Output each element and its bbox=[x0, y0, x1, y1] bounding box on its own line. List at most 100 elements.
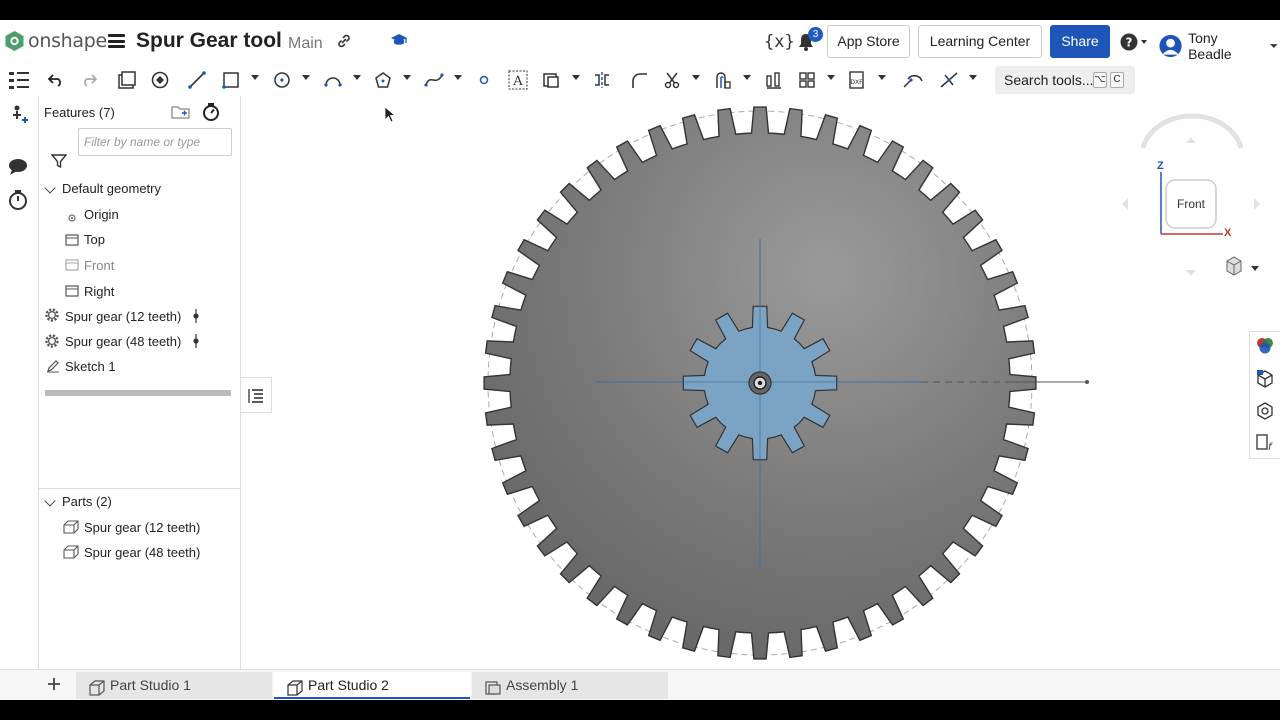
panel-divider[interactable] bbox=[39, 488, 240, 489]
tab-part-studio-2[interactable]: Part Studio 2 bbox=[274, 672, 470, 699]
pattern-options-chevron-icon[interactable] bbox=[827, 75, 835, 80]
parts-title[interactable]: Parts (2) bbox=[62, 494, 112, 509]
chevron-down-icon bbox=[1270, 44, 1279, 48]
import-dxf-icon[interactable]: DXF bbox=[846, 68, 868, 92]
default-geometry-label[interactable]: Default geometry bbox=[62, 181, 161, 196]
insert-options-chevron-icon[interactable] bbox=[572, 75, 580, 80]
feature-sketch-1[interactable]: Sketch 1 bbox=[65, 359, 116, 374]
tab-label: Part Studio 1 bbox=[110, 677, 191, 693]
learning-cap-icon[interactable] bbox=[390, 32, 408, 53]
history-timer-icon[interactable] bbox=[8, 189, 28, 216]
variables-icon[interactable]: {x} bbox=[764, 32, 795, 52]
onshape-logo[interactable]: onshape bbox=[4, 30, 107, 52]
view-cube-front-label[interactable]: Front bbox=[1177, 197, 1205, 211]
mirror-tool-icon[interactable] bbox=[591, 68, 613, 92]
view-options[interactable] bbox=[1226, 256, 1259, 276]
use-project-icon[interactable] bbox=[901, 68, 925, 92]
feature-list-icon[interactable] bbox=[8, 70, 30, 95]
tree-item-origin[interactable]: Origin bbox=[84, 207, 119, 222]
link-icon[interactable] bbox=[336, 33, 352, 54]
offset-options-chevron-icon[interactable] bbox=[743, 75, 751, 80]
tree-item-top[interactable]: Top bbox=[84, 232, 105, 247]
arc-tool-icon[interactable] bbox=[322, 68, 344, 92]
regenerate-icon[interactable] bbox=[149, 68, 171, 92]
mass-properties-icon[interactable] bbox=[1255, 401, 1275, 426]
polygon-options-chevron-icon[interactable] bbox=[403, 75, 411, 80]
point-tool-icon[interactable] bbox=[476, 68, 492, 92]
panel-toggle-button[interactable] bbox=[241, 377, 272, 413]
filter-input[interactable]: Filter by name or type bbox=[78, 128, 232, 156]
construction-options-chevron-icon[interactable] bbox=[969, 75, 977, 80]
copy-paste-icon[interactable] bbox=[116, 68, 138, 92]
notification-badge: 3 bbox=[808, 27, 823, 42]
fillet-tool-icon[interactable] bbox=[628, 68, 650, 92]
help-menu[interactable]: ? bbox=[1120, 33, 1148, 56]
axis-endpoint bbox=[1085, 380, 1089, 384]
appearance-icon[interactable] bbox=[1255, 336, 1275, 361]
tab-assembly-1[interactable]: Assembly 1 bbox=[472, 672, 668, 699]
tab-label: Part Studio 2 bbox=[308, 677, 389, 693]
custom-features-icon[interactable]: f bbox=[1255, 433, 1275, 458]
text-tool-icon[interactable]: A bbox=[507, 68, 529, 92]
graphics-viewport[interactable]: Front Z X bbox=[241, 96, 1280, 669]
view-cube[interactable] bbox=[1122, 113, 1260, 276]
redo-icon[interactable] bbox=[79, 68, 99, 92]
sketch-pencil-icon bbox=[46, 359, 60, 378]
part-spur-gear-48[interactable]: Spur gear (48 teeth) bbox=[84, 545, 200, 560]
construction-tool-icon[interactable] bbox=[938, 68, 960, 92]
insert-image-icon[interactable] bbox=[540, 68, 562, 92]
left-rail bbox=[0, 64, 38, 700]
feature-spur-gear-12[interactable]: Spur gear (12 teeth) bbox=[65, 309, 181, 324]
svg-text:?: ? bbox=[1126, 36, 1133, 50]
spline-options-chevron-icon[interactable] bbox=[454, 75, 462, 80]
trim-options-chevron-icon[interactable] bbox=[692, 75, 700, 80]
learning-center-button[interactable]: Learning Center bbox=[918, 25, 1042, 58]
document-title[interactable]: Spur Gear tool bbox=[136, 29, 282, 53]
filter-funnel-icon[interactable] bbox=[50, 153, 68, 174]
tree-item-front[interactable]: Front bbox=[84, 258, 114, 273]
polygon-tool-icon[interactable] bbox=[372, 68, 394, 92]
feature-toolbar: A DXF Search tools... ⌥ C bbox=[0, 64, 1280, 96]
insert-parts-icon[interactable] bbox=[8, 104, 30, 131]
add-tab-icon[interactable] bbox=[46, 676, 62, 697]
rollback-timer-icon[interactable] bbox=[202, 102, 220, 127]
branch-label[interactable]: Main bbox=[288, 35, 323, 53]
menu-icon[interactable] bbox=[108, 34, 125, 48]
pattern-grid-icon[interactable] bbox=[796, 68, 818, 92]
gear-feature-icon bbox=[44, 333, 60, 354]
undo-icon[interactable] bbox=[46, 68, 66, 92]
offset-tool-icon[interactable] bbox=[712, 68, 734, 92]
rectangle-tool-icon[interactable] bbox=[220, 68, 242, 92]
circle-tool-icon[interactable] bbox=[271, 68, 293, 92]
spline-tool-icon[interactable] bbox=[423, 68, 445, 92]
part-spur-gear-12[interactable]: Spur gear (12 teeth) bbox=[84, 520, 200, 535]
user-menu[interactable]: Tony Beadle bbox=[1158, 30, 1280, 62]
avatar bbox=[1159, 34, 1182, 58]
trim-tool-icon[interactable] bbox=[661, 68, 683, 92]
origin-dot bbox=[757, 380, 763, 386]
rollback-bar[interactable] bbox=[45, 390, 231, 396]
tree-item-right[interactable]: Right bbox=[84, 284, 114, 299]
linear-pattern-icon[interactable] bbox=[763, 68, 785, 92]
add-folder-icon[interactable] bbox=[171, 104, 191, 125]
rectangle-options-chevron-icon[interactable] bbox=[251, 75, 259, 80]
app-store-button[interactable]: App Store bbox=[827, 25, 910, 58]
feature-spur-gear-48[interactable]: Spur gear (48 teeth) bbox=[65, 334, 181, 349]
shortcut-key-option: ⌥ bbox=[1093, 72, 1107, 88]
tab-part-studio-1[interactable]: Part Studio 1 bbox=[76, 672, 272, 699]
gear-canvas[interactable] bbox=[241, 96, 1280, 669]
parts-chevron-icon[interactable] bbox=[44, 495, 56, 507]
rollback-marker-icon[interactable] bbox=[192, 334, 200, 353]
right-rail: f bbox=[1249, 331, 1280, 459]
line-tool-icon[interactable] bbox=[186, 68, 208, 92]
default-geometry-chevron-icon[interactable] bbox=[44, 182, 56, 194]
parts-cube-icon[interactable] bbox=[1255, 369, 1275, 394]
circle-options-chevron-icon[interactable] bbox=[302, 75, 310, 80]
feature-panel: Features (7) Filter by name or type Defa… bbox=[38, 96, 241, 669]
rollback-marker-icon[interactable] bbox=[192, 309, 200, 328]
arc-options-chevron-icon[interactable] bbox=[353, 75, 361, 80]
comments-icon[interactable] bbox=[8, 158, 28, 181]
share-button[interactable]: Share bbox=[1050, 25, 1110, 58]
search-tools-button[interactable]: Search tools... ⌥ C bbox=[995, 66, 1135, 94]
import-options-chevron-icon[interactable] bbox=[878, 75, 886, 80]
